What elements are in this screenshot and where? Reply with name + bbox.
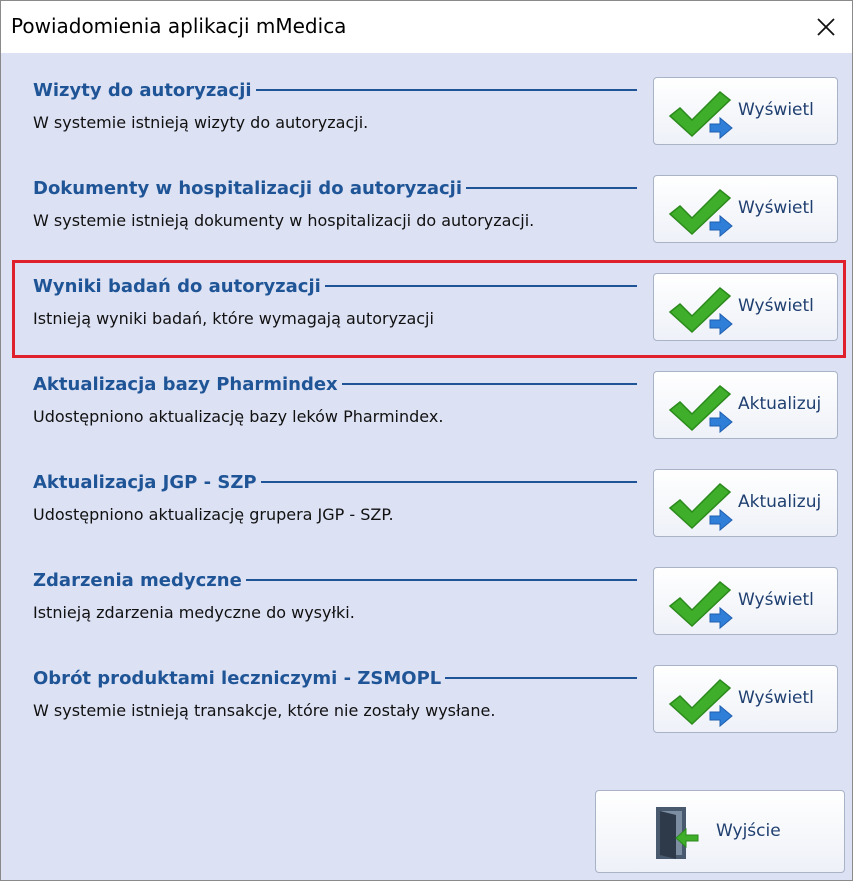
notification-heading-row: Obrót produktami leczniczymi - ZSMOPL [33, 665, 637, 691]
notification-heading: Dokumenty w hospitalizacji do autoryzacj… [33, 177, 463, 199]
action-button-label: Wyświetl [738, 590, 814, 610]
notification-heading-row: Wizyty do autoryzacji [33, 77, 637, 103]
notification-action-button[interactable]: Aktualizuj [653, 371, 838, 439]
heading-divider [466, 187, 637, 189]
title-bar: Powiadomienia aplikacji mMedica [1, 1, 852, 53]
notification-heading-row: Aktualizacja bazy Pharmindex [33, 371, 637, 397]
close-icon [817, 18, 835, 36]
exit-button[interactable]: Wyjście [595, 790, 845, 873]
exit-button-label: Wyjście [716, 821, 781, 841]
notification-description: Istnieją zdarzenia medyczne do wysyłki. [33, 603, 355, 622]
notification-heading: Wizyty do autoryzacji [33, 79, 252, 101]
notification-item: Zdarzenia medyczne Istnieją zdarzenia me… [13, 557, 851, 653]
heading-divider [324, 285, 637, 287]
notification-description: W systemie istnieją wizyty do autoryzacj… [33, 113, 369, 132]
checkmark-arrow-icon [668, 286, 733, 336]
notification-item: Obrót produktami leczniczymi - ZSMOPL W … [13, 655, 851, 751]
notification-heading: Obrót produktami leczniczymi - ZSMOPL [33, 667, 442, 689]
action-button-label: Wyświetl [738, 100, 814, 120]
notification-heading: Zdarzenia medyczne [33, 569, 242, 591]
checkmark-arrow-icon [668, 580, 733, 630]
notification-heading-row: Aktualizacja JGP - SZP [33, 469, 637, 495]
heading-divider [245, 579, 637, 581]
exit-door-icon [656, 807, 699, 859]
notification-heading: Aktualizacja JGP - SZP [33, 471, 257, 493]
notification-heading-row: Zdarzenia medyczne [33, 567, 637, 593]
notification-action-button[interactable]: Wyświetl [653, 273, 838, 341]
heading-divider [445, 677, 637, 679]
notification-item: Aktualizacja JGP - SZP Udostępniono aktu… [13, 459, 851, 555]
checkmark-arrow-icon [668, 678, 733, 728]
notification-description: Udostępniono aktualizację bazy leków Pha… [33, 407, 444, 426]
notification-action-button[interactable]: Wyświetl [653, 665, 838, 733]
notification-description: W systemie istnieją dokumenty w hospital… [33, 211, 535, 230]
notification-description: W systemie istnieją transakcje, które ni… [33, 701, 496, 720]
action-button-label: Aktualizuj [738, 492, 822, 512]
notification-item: Wyniki badań do autoryzacji Istnieją wyn… [12, 260, 851, 359]
notification-heading-row: Wyniki badań do autoryzacji [33, 273, 637, 299]
action-button-label: Wyświetl [738, 296, 814, 316]
action-button-label: Wyświetl [738, 688, 814, 708]
heading-divider [255, 89, 637, 91]
notification-action-button[interactable]: Aktualizuj [653, 469, 838, 537]
action-button-label: Aktualizuj [738, 394, 822, 414]
notification-heading: Aktualizacja bazy Pharmindex [33, 373, 338, 395]
notification-heading-row: Dokumenty w hospitalizacji do autoryzacj… [33, 175, 637, 201]
notification-action-button[interactable]: Wyświetl [653, 77, 838, 145]
window-title: Powiadomienia aplikacji mMedica [11, 14, 347, 38]
notification-description: Udostępniono aktualizację grupera JGP - … [33, 505, 394, 524]
close-button[interactable] [800, 1, 852, 53]
notifications-dialog: Powiadomienia aplikacji mMedica Wizyty d… [0, 0, 853, 881]
action-button-label: Wyświetl [738, 198, 814, 218]
notification-description: Istnieją wyniki badań, które wymagają au… [33, 309, 434, 328]
notification-item: Wizyty do autoryzacji W systemie istniej… [13, 67, 851, 163]
notification-action-button[interactable]: Wyświetl [653, 567, 838, 635]
notification-item: Aktualizacja bazy Pharmindex Udostępnion… [13, 361, 851, 457]
notification-item: Dokumenty w hospitalizacji do autoryzacj… [13, 165, 851, 261]
notification-heading: Wyniki badań do autoryzacji [33, 275, 321, 297]
notification-action-button[interactable]: Wyświetl [653, 175, 838, 243]
heading-divider [260, 481, 637, 483]
checkmark-arrow-icon [668, 384, 733, 434]
heading-divider [341, 383, 637, 385]
checkmark-arrow-icon [668, 482, 733, 532]
checkmark-arrow-icon [668, 90, 733, 140]
checkmark-arrow-icon [668, 188, 733, 238]
